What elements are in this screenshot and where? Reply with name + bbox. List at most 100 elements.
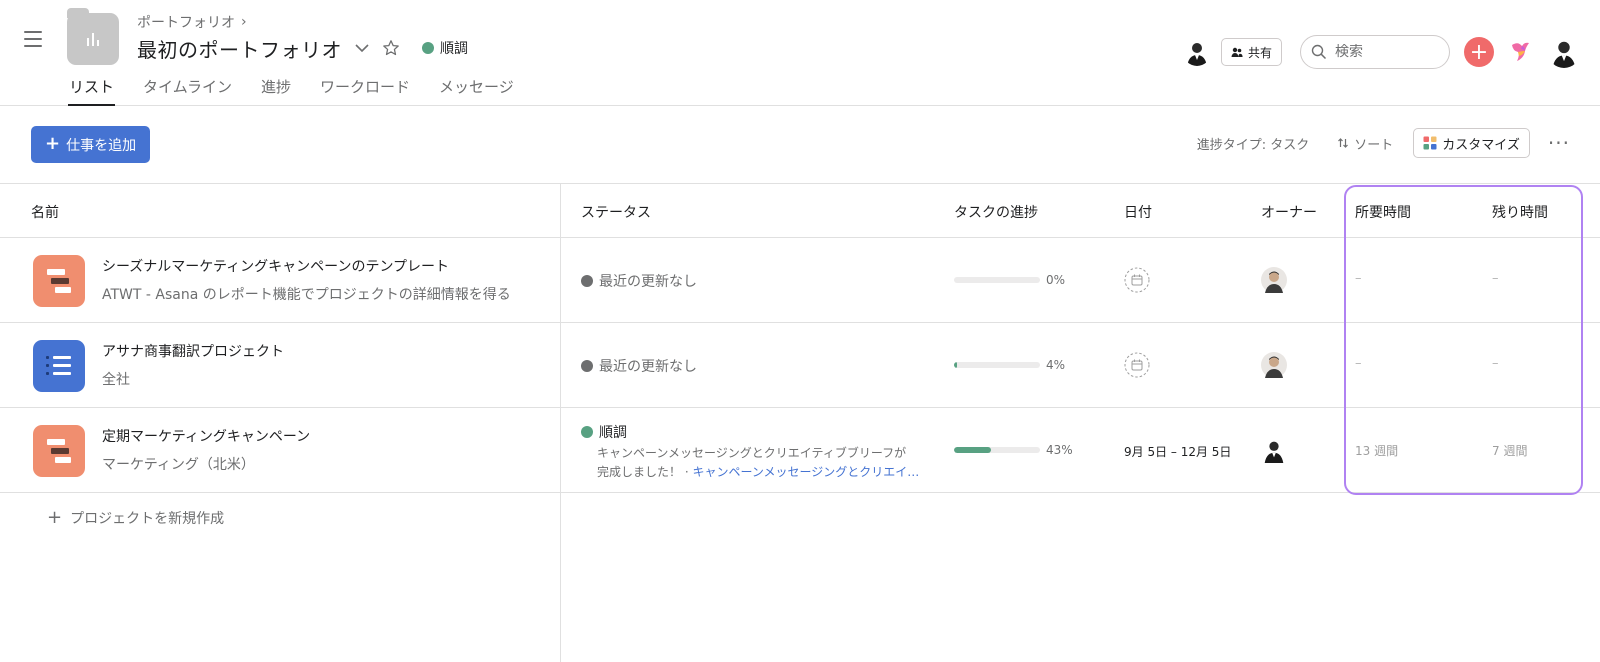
table-row[interactable]: アサナ商事翻訳プロジェクト 全社 最近の更新なし 4% – –: [0, 323, 1600, 408]
list-icon: [33, 340, 85, 392]
owner-avatar[interactable]: [1261, 267, 1287, 293]
view-tabs: リスト タイムライン 進捗 ワークロード メッセージ: [68, 76, 542, 106]
status-note-text: 完成しました！ ·: [597, 465, 693, 479]
gantt-icon: [33, 255, 85, 307]
owner-avatar[interactable]: [1261, 437, 1287, 463]
gantt-icon: [33, 425, 85, 477]
status-note-link[interactable]: キャンペーンメッセージングとクリエイ…: [692, 465, 919, 479]
progress-label: 0%: [1046, 273, 1066, 287]
customize-label: カスタマイズ: [1442, 137, 1520, 153]
progress-fill: [954, 447, 991, 453]
tab-messages[interactable]: メッセージ: [438, 76, 515, 106]
sort-icon: [1338, 138, 1349, 148]
tab-timeline[interactable]: タイムライン: [142, 76, 233, 106]
more-options-icon[interactable]: ···: [1548, 131, 1570, 155]
search-input[interactable]: [1335, 44, 1435, 60]
toolbar: + 仕事を追加 進捗タイプ: タスク ソート カスタマイズ ···: [0, 106, 1600, 184]
status-label: 順調: [599, 425, 627, 441]
status-dot-icon: [422, 42, 434, 54]
add-work-label: 仕事を追加: [66, 137, 137, 154]
progress-label: 4%: [1046, 358, 1066, 372]
owner-avatar[interactable]: [1261, 352, 1287, 378]
progress-bar: [954, 362, 1040, 368]
table-header: 名前 ステータス タスクの進捗 日付 オーナー 所要時間 残り時間: [0, 184, 1600, 238]
remaining-value: 7 週間: [1492, 444, 1528, 458]
duration-value: –: [1355, 356, 1362, 371]
project-name[interactable]: シーズナルマーケティングキャンペーンのテンプレート: [102, 256, 449, 276]
project-status[interactable]: 最近の更新なし: [581, 271, 697, 291]
sort-button[interactable]: ソート: [1337, 134, 1393, 153]
portfolio-status[interactable]: 順調: [422, 38, 468, 58]
search-box[interactable]: [1300, 35, 1450, 69]
project-status[interactable]: 順調: [581, 422, 627, 442]
portfolio-folder-icon: [67, 8, 119, 65]
chevron-right-icon: ›: [241, 14, 247, 30]
plus-icon: +: [1469, 39, 1489, 65]
column-header-owner[interactable]: オーナー: [1261, 202, 1317, 222]
duration-value: 13 週間: [1355, 444, 1399, 458]
search-icon: [1311, 44, 1327, 60]
column-header-task-progress[interactable]: タスクの進捗: [954, 202, 1038, 222]
project-status[interactable]: 最近の更新なし: [581, 356, 697, 376]
user-avatar[interactable]: [1548, 36, 1580, 68]
status-dot-icon: [581, 360, 593, 372]
column-header-name[interactable]: 名前: [31, 202, 59, 222]
new-project-button[interactable]: + プロジェクトを新規作成: [47, 507, 224, 528]
people-icon: [1231, 47, 1243, 57]
status-label: 最近の更新なし: [599, 359, 697, 375]
top-bar: ポートフォリオ › 最初のポートフォリオ 順調 リスト タイムライン 進捗 ワー…: [0, 0, 1600, 106]
table-row[interactable]: 定期マーケティングキャンペーン マーケティング（北米） 順調 キャンペーンメッセ…: [0, 408, 1600, 493]
date-range[interactable]: 9月 5日 – 12月 5日: [1124, 443, 1231, 460]
task-progress: 43%: [954, 443, 1073, 457]
share-label: 共有: [1247, 45, 1272, 60]
header-actions: 共有 +: [1182, 35, 1580, 69]
status-update-note[interactable]: キャンペーンメッセージングとクリエイティブブリーフが 完成しました！ · キャン…: [597, 444, 937, 482]
page-title: 最初のポートフォリオ: [137, 37, 342, 62]
remaining-value: –: [1492, 271, 1499, 286]
tab-progress[interactable]: 進捗: [260, 76, 292, 106]
status-dot-icon: [581, 275, 593, 287]
progress-type-button[interactable]: 進捗タイプ: タスク: [1197, 134, 1310, 153]
progress-fill: [954, 362, 958, 368]
tab-workload[interactable]: ワークロード: [319, 76, 411, 106]
menu-icon[interactable]: [24, 31, 42, 47]
customize-grid-icon: [1423, 136, 1437, 150]
project-subtitle: 全社: [102, 372, 130, 388]
progress-bar: [954, 447, 1040, 453]
share-button[interactable]: 共有: [1220, 38, 1282, 66]
portfolio-status-label: 順調: [440, 41, 468, 57]
chevron-down-icon[interactable]: [354, 40, 370, 56]
calendar-icon[interactable]: [1124, 352, 1150, 378]
remaining-value: –: [1492, 356, 1499, 371]
portfolio-table: 名前 ステータス タスクの進捗 日付 オーナー 所要時間 残り時間 シーズナルマ…: [0, 184, 1600, 662]
progress-label: 43%: [1046, 443, 1073, 457]
title-row: 最初のポートフォリオ 順調: [137, 34, 468, 62]
status-dot-icon: [581, 426, 593, 438]
project-subtitle: マーケティング（北米）: [102, 457, 255, 473]
task-progress: 4%: [954, 358, 1065, 372]
breadcrumb-label[interactable]: ポートフォリオ: [137, 12, 235, 32]
column-header-remaining[interactable]: 残り時間: [1492, 202, 1548, 222]
member-avatar[interactable]: [1182, 38, 1211, 66]
status-label: 最近の更新なし: [599, 274, 697, 290]
customize-button[interactable]: カスタマイズ: [1413, 128, 1530, 158]
breadcrumb[interactable]: ポートフォリオ ›: [137, 12, 247, 32]
project-subtitle: ATWT - Asana のレポート機能でプロジェクトの詳細情報を得る: [102, 287, 511, 303]
add-work-button[interactable]: + 仕事を追加: [31, 126, 151, 163]
project-name[interactable]: 定期マーケティングキャンペーン: [102, 426, 310, 446]
new-project-label: プロジェクトを新規作成: [70, 510, 225, 527]
status-note-text: キャンペーンメッセージングとクリエイティブブリーフが: [597, 446, 907, 460]
project-name[interactable]: アサナ商事翻訳プロジェクト: [102, 341, 284, 361]
calendar-icon[interactable]: [1124, 267, 1150, 293]
star-icon[interactable]: [382, 39, 400, 57]
column-header-duration[interactable]: 所要時間: [1355, 202, 1411, 222]
column-header-status[interactable]: ステータス: [581, 202, 651, 222]
table-row[interactable]: シーズナルマーケティングキャンペーンのテンプレート ATWT - Asana の…: [0, 238, 1600, 323]
asana-bird-icon[interactable]: [1508, 39, 1532, 65]
task-progress: 0%: [954, 273, 1065, 287]
progress-type-label: 進捗タイプ: タスク: [1196, 137, 1310, 153]
duration-value: –: [1355, 271, 1362, 286]
create-button[interactable]: +: [1464, 37, 1494, 67]
tab-list[interactable]: リスト: [68, 76, 116, 106]
column-header-date[interactable]: 日付: [1124, 202, 1152, 222]
